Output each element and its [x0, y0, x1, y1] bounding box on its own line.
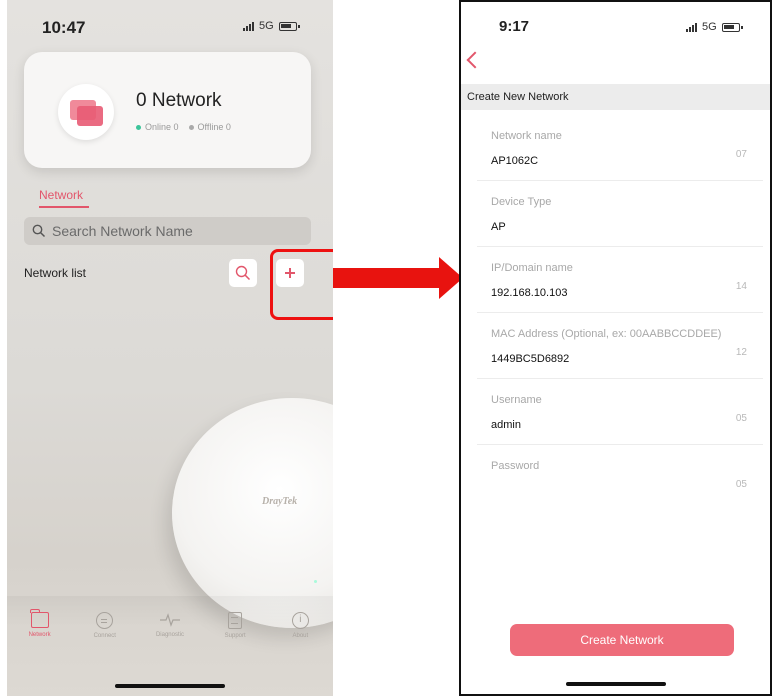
- signal-icon: [686, 22, 697, 32]
- info-icon: i: [291, 612, 309, 629]
- status-summary: Online 0 Offline 0: [136, 122, 231, 132]
- home-indicator: [115, 684, 225, 688]
- char-count: 07: [735, 149, 747, 160]
- network-type: 5G: [259, 20, 274, 32]
- network-summary-card[interactable]: 0 Network Online 0 Offline 0: [24, 52, 311, 168]
- search-network-button[interactable]: [229, 259, 257, 287]
- battery-icon: [278, 21, 300, 31]
- mac-address-field[interactable]: MAC Address (Optional, ex: 00AABBCCDDEE)…: [477, 313, 763, 379]
- network-list-title: Network list: [24, 266, 87, 280]
- status-time: 10:47: [42, 18, 86, 37]
- tab-network[interactable]: Network: [39, 188, 83, 202]
- nav-support[interactable]: Support: [205, 612, 265, 662]
- device-led: [314, 580, 317, 583]
- create-network-button[interactable]: Create Network: [510, 624, 734, 656]
- online-status: Online 0: [136, 122, 179, 132]
- nav-about[interactable]: i About: [270, 612, 330, 662]
- search-input[interactable]: [52, 223, 292, 239]
- highlight-box: [270, 249, 333, 320]
- battery-icon: [721, 22, 743, 32]
- page-title: Create New Network: [461, 84, 770, 110]
- status-time: 9:17: [499, 18, 530, 35]
- status-icons: 5G: [243, 20, 300, 32]
- back-icon[interactable]: [466, 51, 484, 69]
- char-count: 14: [735, 281, 747, 292]
- nav-connect[interactable]: Connect: [75, 612, 135, 662]
- brand-logo: DrayTek: [262, 496, 298, 507]
- network-name-field[interactable]: Network name AP1062C 07: [477, 115, 763, 181]
- network-list-screen: 10:47 5G 0 Network Online 0 Offline 0 Ne…: [7, 0, 333, 696]
- access-point-image: [172, 398, 333, 628]
- create-network-form: Network name AP1062C 07 Device Type AP I…: [477, 115, 763, 511]
- search-bar[interactable]: [24, 217, 311, 245]
- search-icon: [32, 224, 46, 238]
- folder-icon: [30, 609, 49, 628]
- create-network-screen: 9:17 5G Create New Network Network name …: [459, 0, 772, 696]
- char-count: 05: [735, 479, 747, 490]
- network-type: 5G: [702, 21, 717, 33]
- status-icons: 5G: [686, 21, 743, 33]
- status-bar: 9:17 5G: [461, 2, 770, 52]
- tab-underline: [39, 206, 89, 208]
- status-bar: 10:47 5G: [7, 0, 333, 50]
- search-icon: [235, 265, 251, 281]
- nav-network[interactable]: Network: [10, 609, 70, 662]
- char-count: 12: [735, 347, 747, 358]
- char-count: 05: [735, 413, 747, 424]
- pulse-icon: [159, 613, 180, 627]
- network-icon: [58, 84, 114, 140]
- home-indicator: [565, 682, 666, 686]
- username-field[interactable]: Username admin 05: [477, 379, 763, 445]
- ip-domain-field[interactable]: IP/Domain name 192.168.10.103 14: [477, 247, 763, 313]
- bottom-nav: Network Connect Diagnostic Support i Abo…: [7, 609, 333, 662]
- document-icon: [228, 612, 243, 629]
- arrow-annotation: [333, 268, 441, 288]
- device-type-field[interactable]: Device Type AP: [477, 181, 763, 247]
- nav-diagnostic[interactable]: Diagnostic: [140, 612, 200, 662]
- connect-icon: [96, 612, 114, 629]
- signal-icon: [243, 21, 254, 31]
- network-count: 0 Network: [136, 90, 222, 111]
- password-field[interactable]: Password 05: [477, 445, 763, 511]
- offline-status: Offline 0: [188, 122, 231, 132]
